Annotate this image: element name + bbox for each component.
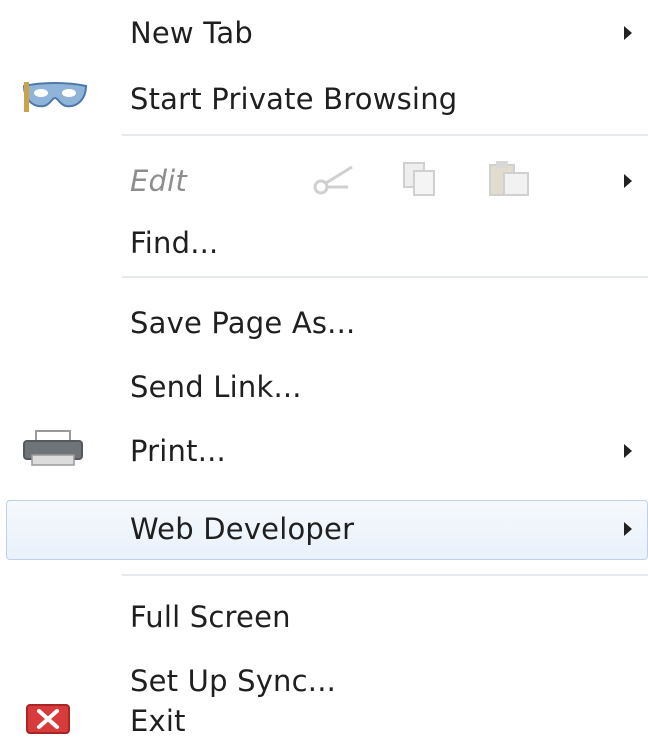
menu-item-label: New Tab: [130, 16, 253, 50]
submenu-arrow-icon: [624, 444, 632, 458]
mask-icon: [20, 80, 90, 118]
menu-item-save-page-as[interactable]: Save Page As...: [0, 290, 648, 356]
menu-item-label: Exit: [130, 704, 186, 738]
menu-item-label: Full Screen: [130, 600, 291, 634]
submenu-arrow-icon: [624, 26, 632, 40]
menu-item-label: Web Developer: [130, 512, 355, 546]
close-icon: [26, 704, 70, 738]
menu-separator: [122, 276, 648, 278]
submenu-arrow-icon: [624, 174, 632, 188]
menu-item-label: Save Page As...: [130, 306, 356, 340]
copy-icon[interactable]: [400, 159, 440, 203]
menu-separator: [122, 574, 648, 576]
menu-item-label: Print...: [130, 434, 226, 468]
menu-item-exit[interactable]: Exit: [0, 688, 648, 754]
menu-item-start-private-browsing[interactable]: Start Private Browsing: [0, 66, 648, 132]
submenu-arrow-icon: [624, 522, 632, 536]
menu-separator: [122, 134, 648, 136]
menu-item-send-link[interactable]: Send Link...: [0, 354, 648, 420]
menu-item-label: Start Private Browsing: [130, 82, 458, 116]
menu-item-new-tab[interactable]: New Tab: [0, 0, 648, 66]
menu-item-full-screen[interactable]: Full Screen: [0, 584, 648, 650]
paste-icon[interactable]: [486, 159, 534, 203]
cut-icon[interactable]: [312, 161, 356, 201]
menu-item-label: Find...: [130, 226, 219, 260]
menu-item-web-developer[interactable]: Web Developer: [0, 496, 648, 562]
printer-icon: [20, 429, 86, 473]
menu-item-label: Edit: [130, 164, 187, 198]
menu-item-print[interactable]: Print...: [0, 418, 648, 484]
menu-item-label: Send Link...: [130, 370, 302, 404]
menu-item-find[interactable]: Find...: [0, 210, 648, 276]
menu-item-edit[interactable]: Edit: [0, 148, 648, 214]
firefox-app-menu: New Tab Start Private Browsing Edit Find…: [0, 0, 648, 754]
